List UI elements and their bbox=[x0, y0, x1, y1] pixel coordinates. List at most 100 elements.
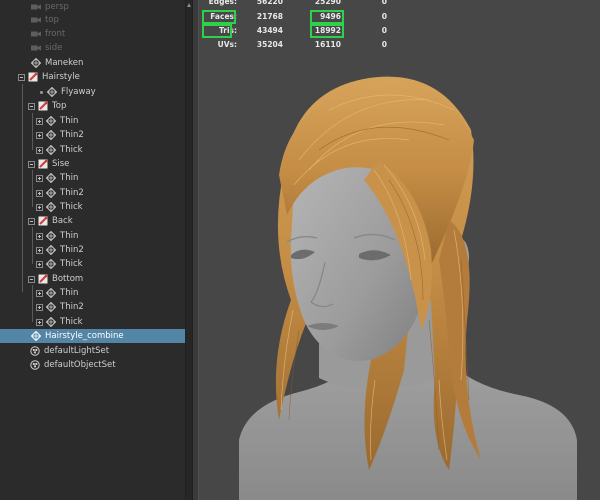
outliner-item-front[interactable]: front bbox=[0, 27, 185, 41]
expand-toggle[interactable] bbox=[36, 246, 43, 254]
mesh-icon bbox=[31, 58, 41, 68]
mesh-icon bbox=[46, 188, 56, 198]
outliner-item-label: Thick bbox=[60, 259, 83, 269]
outliner-item-bottom-thin2[interactable]: Thin2 bbox=[0, 300, 185, 314]
outliner-item-hairstyle-combine[interactable]: Hairstyle_combine bbox=[0, 329, 185, 343]
outliner-item-sise-group[interactable]: Sise bbox=[0, 157, 185, 171]
hud-value-total: 35204 bbox=[256, 40, 283, 49]
highlight-box-tris-label bbox=[202, 24, 232, 38]
outliner-item-back-thin[interactable]: Thin bbox=[0, 229, 185, 243]
mesh-icon bbox=[46, 231, 56, 241]
mesh-icon bbox=[46, 173, 56, 183]
mesh-icon bbox=[46, 288, 56, 298]
outliner-item-label: Bottom bbox=[52, 274, 84, 284]
hud-row-edges: Edges: 56220 25290 0 bbox=[199, 0, 600, 8]
outliner-item-label: Thin bbox=[60, 231, 79, 241]
hud-value-selected: 25290 bbox=[314, 0, 341, 6]
outliner-item-bottom-thick[interactable]: Thick bbox=[0, 315, 185, 329]
mesh-icon bbox=[46, 259, 56, 269]
viewport-3d[interactable]: Edges: 56220 25290 0 Faces: 21768 9496 0… bbox=[199, 0, 600, 500]
expand-toggle[interactable] bbox=[36, 174, 43, 182]
expand-toggle[interactable] bbox=[36, 289, 43, 297]
outliner-item-flyaway[interactable]: Flyaway bbox=[0, 85, 185, 99]
collapse-toggle[interactable] bbox=[28, 102, 35, 110]
outliner-item-label: Thin2 bbox=[60, 188, 84, 198]
heads-up-display-poly-count: Edges: 56220 25290 0 Faces: 21768 9496 0… bbox=[199, 0, 600, 60]
outliner-item-back-group[interactable]: Back bbox=[0, 214, 185, 228]
expand-toggle[interactable] bbox=[36, 232, 43, 240]
expand-toggle[interactable] bbox=[36, 203, 43, 211]
mesh-icon bbox=[31, 331, 41, 341]
outliner-item-label: front bbox=[45, 29, 66, 39]
group-transform-icon bbox=[38, 216, 48, 226]
expand-toggle[interactable] bbox=[36, 146, 43, 154]
group-transform-icon bbox=[38, 274, 48, 284]
outliner-item-label: top bbox=[45, 15, 59, 25]
outliner-item-side[interactable]: side bbox=[0, 41, 185, 55]
outliner-item-label: Hairstyle bbox=[42, 72, 80, 82]
outliner-item-sise-thick[interactable]: Thick bbox=[0, 200, 185, 214]
outliner-item-label: Thick bbox=[60, 317, 83, 327]
panel-splitter[interactable] bbox=[192, 0, 199, 500]
outliner-scrollbar[interactable] bbox=[185, 0, 192, 500]
hair-render-scene bbox=[239, 76, 577, 500]
collapse-toggle[interactable] bbox=[18, 73, 25, 81]
expand-toggle[interactable] bbox=[36, 117, 43, 125]
outliner-item-label: Thick bbox=[60, 202, 83, 212]
outliner-item-top-thick[interactable]: Thick bbox=[0, 143, 185, 157]
hud-value-components: 0 bbox=[381, 0, 387, 6]
expand-toggle[interactable] bbox=[36, 303, 43, 311]
outliner-item-label: defaultObjectSet bbox=[44, 360, 116, 370]
outliner-item-label: Flyaway bbox=[61, 87, 96, 97]
set-icon bbox=[30, 346, 40, 356]
camera-icon bbox=[31, 4, 41, 10]
outliner-item-label: Thin2 bbox=[60, 302, 84, 312]
collapse-toggle[interactable] bbox=[28, 160, 35, 168]
camera-icon bbox=[31, 17, 41, 23]
camera-icon bbox=[31, 45, 41, 51]
hud-value-components: 0 bbox=[381, 12, 387, 21]
group-transform-icon bbox=[28, 72, 38, 82]
mesh-icon bbox=[46, 302, 56, 312]
outliner-item-top-group[interactable]: Top bbox=[0, 99, 185, 113]
outliner-item-label: Thick bbox=[60, 145, 83, 155]
outliner-item-back-thin2[interactable]: Thin2 bbox=[0, 243, 185, 257]
outliner-item-label: Thin bbox=[60, 288, 79, 298]
outliner-item-label: Top bbox=[52, 101, 67, 111]
outliner-item-sise-thin[interactable]: Thin bbox=[0, 171, 185, 185]
scroll-up-arrow-icon[interactable] bbox=[187, 3, 191, 7]
outliner-item-top-thin[interactable]: Thin bbox=[0, 114, 185, 128]
hud-value-total: 56220 bbox=[256, 0, 283, 6]
outliner-item-top-thin2[interactable]: Thin2 bbox=[0, 128, 185, 142]
collapse-toggle[interactable] bbox=[28, 275, 35, 283]
expand-toggle[interactable] bbox=[36, 131, 43, 139]
hud-value-selected: 16110 bbox=[314, 40, 341, 49]
outliner-item-label: Thin bbox=[60, 173, 79, 183]
highlight-box-faces-value bbox=[310, 10, 344, 24]
outliner-item-persp[interactable]: persp bbox=[0, 0, 185, 14]
outliner-item-hairstyle[interactable]: Hairstyle bbox=[0, 70, 185, 84]
expand-toggle[interactable] bbox=[36, 318, 43, 326]
hud-value-components: 0 bbox=[381, 40, 387, 49]
hud-label: UVs: bbox=[217, 40, 237, 49]
outliner-item-maneken[interactable]: Maneken bbox=[0, 56, 185, 70]
outliner-item-top[interactable]: top bbox=[0, 13, 185, 27]
outliner-item-label: persp bbox=[45, 2, 69, 12]
outliner-item-back-thick[interactable]: Thick bbox=[0, 257, 185, 271]
outliner-item-bottom-thin[interactable]: Thin bbox=[0, 286, 185, 300]
outliner-item-default-light-set[interactable]: defaultLightSet bbox=[0, 344, 185, 358]
group-transform-icon bbox=[38, 159, 48, 169]
outliner-item-label: Thin bbox=[60, 116, 79, 126]
expand-toggle[interactable] bbox=[36, 260, 43, 268]
tree-bullet bbox=[40, 90, 43, 94]
outliner-item-default-object-set[interactable]: defaultObjectSet bbox=[0, 358, 185, 372]
mesh-icon bbox=[46, 116, 56, 126]
outliner-item-sise-thin2[interactable]: Thin2 bbox=[0, 186, 185, 200]
collapse-toggle[interactable] bbox=[28, 217, 35, 225]
camera-icon bbox=[31, 31, 41, 37]
mesh-icon bbox=[46, 202, 56, 212]
outliner-item-label: Maneken bbox=[45, 58, 84, 68]
hud-value-total: 43494 bbox=[256, 26, 283, 35]
expand-toggle[interactable] bbox=[36, 189, 43, 197]
outliner-item-bottom-group[interactable]: Bottom bbox=[0, 272, 185, 286]
